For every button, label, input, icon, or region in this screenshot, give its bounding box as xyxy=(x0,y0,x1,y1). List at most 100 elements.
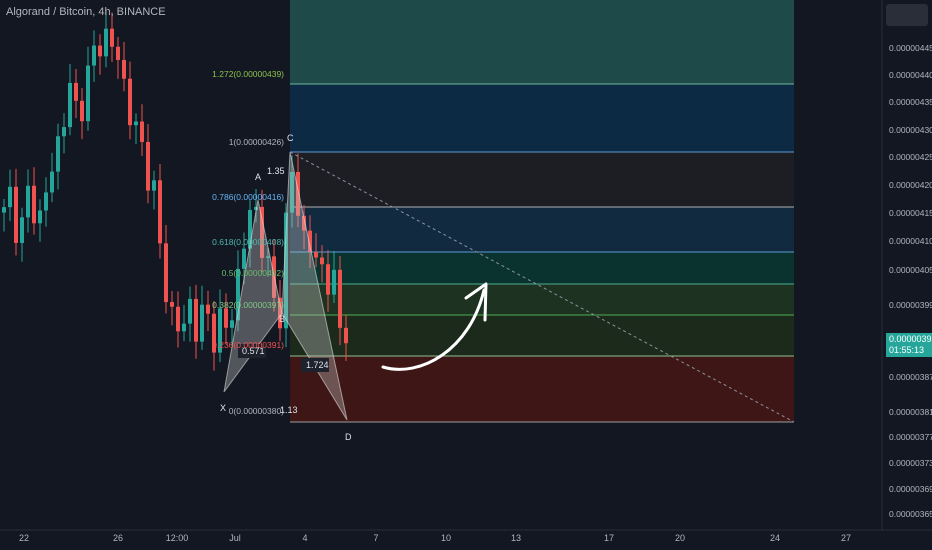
time-tick-label: 17 xyxy=(604,533,614,543)
candle-body xyxy=(194,298,198,342)
pattern-ratio: 1.35 xyxy=(267,166,285,176)
time-tick-label: 27 xyxy=(841,533,851,543)
candle-body xyxy=(242,248,246,269)
candle-body xyxy=(230,320,234,328)
pattern-point-b: B xyxy=(279,314,285,324)
candle-body xyxy=(44,192,48,211)
candle-body xyxy=(20,217,24,243)
chart-settings-button[interactable] xyxy=(886,4,928,26)
price-tick-label: 0.00000373 xyxy=(889,458,932,468)
candle-body xyxy=(140,121,144,142)
pattern-point-c: C xyxy=(287,133,294,143)
fib-zone-3 xyxy=(290,207,794,252)
fib-zone-6 xyxy=(290,315,794,356)
time-tick-label: 7 xyxy=(373,533,378,543)
time-tick-label: 24 xyxy=(770,533,780,543)
price-tick-label: 0.00000410 xyxy=(889,236,932,246)
price-tick-label: 0.00000405 xyxy=(889,265,932,275)
price-tick-label: 0.00000369 xyxy=(889,484,932,494)
price-tick-label: 0.00000435 xyxy=(889,97,932,107)
fib-zone-5 xyxy=(290,284,794,315)
last-price-tag: 0.00000393 01:55:13 xyxy=(886,333,932,357)
price-tick-label: 0.00000445 xyxy=(889,43,932,53)
fib-zone-1 xyxy=(290,84,794,152)
chart-title: Algorand / Bitcoin, 4h, BINANCE xyxy=(6,6,166,18)
candle-body xyxy=(152,180,156,191)
candle-body xyxy=(170,302,174,307)
fib-zone-0 xyxy=(290,0,794,84)
time-tick-label: 12:00 xyxy=(166,533,189,543)
candle-body xyxy=(206,304,210,314)
candle-body xyxy=(344,327,348,344)
candle-body xyxy=(224,308,228,328)
xab-triangle xyxy=(223,199,283,393)
candle-body xyxy=(98,45,102,57)
candle-body xyxy=(182,323,186,332)
fib-zone-2 xyxy=(290,152,794,207)
candle-body xyxy=(176,306,180,332)
candle-body xyxy=(104,28,108,57)
fib-zone-4 xyxy=(290,252,794,284)
candle-body xyxy=(320,257,324,265)
price-tick-label: 0.00000425 xyxy=(889,152,932,162)
candle-body xyxy=(164,243,168,303)
time-tick-label: 13 xyxy=(511,533,521,543)
candle-body xyxy=(200,304,204,342)
pattern-ratio: 1.724 xyxy=(306,360,329,370)
candle-body xyxy=(2,207,6,213)
price-tick-label: 0.00000440 xyxy=(889,70,932,80)
candle-body xyxy=(38,210,42,224)
fib-label: 0.236(0.00000391) xyxy=(212,340,284,350)
candle-body xyxy=(332,269,336,295)
pattern-point-d: D xyxy=(345,432,352,442)
candle-body xyxy=(128,78,132,126)
candle-body xyxy=(80,100,84,122)
price-tick-label: 0.00000365 xyxy=(889,509,932,519)
fib-label: 0.382(0.00000397) xyxy=(212,300,284,310)
price-tick-label: 0.00000430 xyxy=(889,125,932,135)
price-tick-label: 0.00000387 xyxy=(889,372,932,382)
price-tick-label: 0.00000399 xyxy=(889,300,932,310)
candle-body xyxy=(116,46,120,60)
candle-body xyxy=(134,121,138,126)
candle-body xyxy=(338,269,342,328)
time-tick-label: 4 xyxy=(302,533,307,543)
candle-body xyxy=(68,82,72,128)
candle-body xyxy=(8,186,12,208)
candle-body xyxy=(56,136,60,172)
price-chart[interactable]: XABCD0.5711.351.7241.131.272(0.00000439)… xyxy=(0,0,932,550)
candle-body xyxy=(158,180,162,244)
time-tick-label: 10 xyxy=(441,533,451,543)
candle-body xyxy=(74,82,78,101)
time-tick-label: 22 xyxy=(19,533,29,543)
fib-zone-7 xyxy=(290,356,794,422)
fib-label: 1(0.00000426) xyxy=(229,137,284,147)
candle-body xyxy=(14,186,18,243)
candle-body xyxy=(50,171,54,193)
candle-body xyxy=(86,65,90,122)
candle-body xyxy=(26,185,30,218)
fib-label: 0(0.00000380) xyxy=(229,406,284,416)
candle-body xyxy=(326,264,330,295)
candle-body xyxy=(146,141,150,191)
last-price-value: 0.00000393 xyxy=(889,334,932,344)
price-tick-label: 0.00000381 xyxy=(889,407,932,417)
fib-label: 0.618(0.00000408) xyxy=(212,237,284,247)
candle-body xyxy=(62,127,66,137)
time-tick-label: Jul xyxy=(229,533,241,543)
fib-label: 1.272(0.00000439) xyxy=(212,69,284,79)
price-tick-label: 0.00000420 xyxy=(889,180,932,190)
pattern-point-x: X xyxy=(220,403,226,413)
time-tick-label: 20 xyxy=(675,533,685,543)
candle-body xyxy=(92,45,96,66)
fib-label: 0.5(0.00000402) xyxy=(222,268,285,278)
candle-body xyxy=(188,298,192,324)
candle-countdown: 01:55:13 xyxy=(889,345,925,355)
pattern-point-a: A xyxy=(255,172,261,182)
candle-body xyxy=(314,251,318,258)
fib-label: 0.786(0.00000416) xyxy=(212,192,284,202)
time-tick-label: 26 xyxy=(113,533,123,543)
candle-body xyxy=(122,59,126,79)
candle-body xyxy=(110,28,114,47)
price-tick-label: 0.00000415 xyxy=(889,208,932,218)
